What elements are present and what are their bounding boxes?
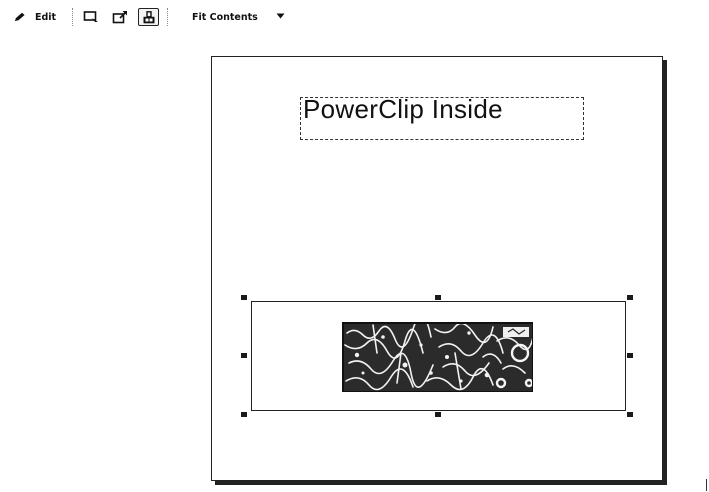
extract-contents-icon: [112, 10, 127, 23]
selection-handle-bottom-center[interactable]: [435, 412, 441, 417]
selection-handle-top-center[interactable]: [435, 295, 441, 300]
selection-handle-top-left[interactable]: [241, 295, 247, 300]
bitmap-texture: [343, 323, 532, 391]
selection-handle-top-right[interactable]: [627, 295, 633, 300]
edit-button-label: Edit: [35, 11, 57, 23]
fit-contents-caret[interactable]: [276, 13, 285, 19]
text-cursor-mark: [706, 479, 707, 491]
edit-pencil-icon: [15, 12, 25, 21]
select-contents-button[interactable]: [82, 8, 99, 25]
edit-button[interactable]: Edit: [14, 10, 56, 24]
title-text[interactable]: PowerClip Inside: [303, 94, 503, 125]
selection-handle-bottom-right[interactable]: [627, 412, 633, 417]
fit-contents-label: Fit Contents: [192, 11, 258, 23]
toolbar-separator: [167, 8, 168, 26]
toolbar-separator: [72, 8, 73, 26]
dropdown-caret-icon: [276, 13, 285, 19]
powerclip-bitmap-image[interactable]: [342, 322, 533, 392]
property-bar: Edit Fit Contents: [0, 0, 709, 34]
select-contents-icon: [83, 10, 98, 24]
selection-handle-bottom-left[interactable]: [241, 412, 247, 417]
fit-contents-dropdown[interactable]: Fit Contents: [192, 10, 258, 24]
lock-contents-button[interactable]: [138, 8, 159, 26]
selection-handle-middle-right[interactable]: [627, 353, 633, 358]
extract-contents-button[interactable]: [111, 8, 128, 25]
lock-contents-icon: [143, 10, 154, 23]
selection-handle-middle-left[interactable]: [241, 353, 247, 358]
